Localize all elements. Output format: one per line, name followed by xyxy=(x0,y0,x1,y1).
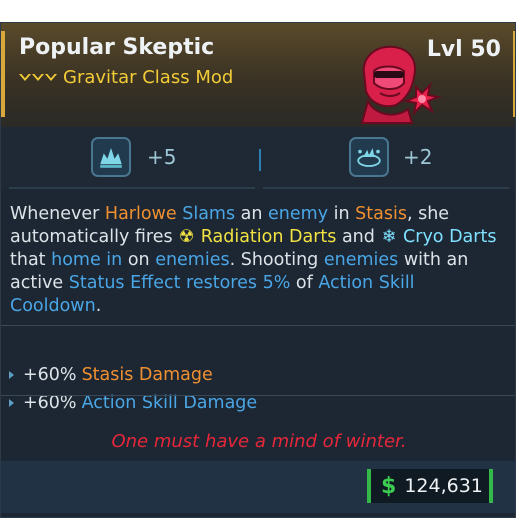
skill-bonus-left[interactable]: +5 xyxy=(9,127,255,189)
keyword-radiation-darts: Radiation Darts xyxy=(200,227,337,247)
stat-label: Stasis Damage xyxy=(81,365,213,385)
price-value: 124,631 xyxy=(404,475,483,497)
keyword-enemies: enemies xyxy=(323,250,399,270)
keyword-character: Harlowe xyxy=(104,204,177,224)
keyword-slams: Slams xyxy=(182,204,236,224)
stat-item: +60% Action Skill Damage xyxy=(9,389,257,417)
keyword-home-in: home in xyxy=(51,250,123,270)
orbit-burst-icon xyxy=(349,137,389,177)
skill-bonus-strip: +5 +2 xyxy=(1,127,515,189)
item-header: Popular Skeptic Gravitar Class Mod Lvl 5… xyxy=(1,23,515,127)
price-tag: $ 124,631 xyxy=(367,469,493,503)
stat-value: +60% xyxy=(23,365,77,385)
cryo-icon: ❄ xyxy=(381,227,397,247)
item-type-label: Gravitar Class Mod xyxy=(63,67,234,88)
rarity-accent-left xyxy=(1,31,5,117)
flavor-text: One must have a mind of winter. xyxy=(111,431,407,452)
keyword-restores: restores 5% xyxy=(186,273,291,293)
item-name: Popular Skeptic xyxy=(19,35,215,60)
section-divider xyxy=(1,395,515,396)
stat-value: +60% xyxy=(23,393,77,413)
keyword-cryo-darts: Cryo Darts xyxy=(403,227,497,247)
skill-bonus-value: +2 xyxy=(403,145,433,169)
keyword-status-effect: Status Effect xyxy=(68,273,181,293)
rarity-chevrons-icon xyxy=(19,74,57,81)
stasis-burst-icon xyxy=(91,137,131,177)
skill-bonus-right[interactable]: +2 xyxy=(263,127,509,189)
bullet-arrow-icon xyxy=(9,371,14,379)
keyword-stasis: Stasis xyxy=(355,204,407,224)
section-divider xyxy=(1,325,515,326)
item-type: Gravitar Class Mod xyxy=(19,67,233,88)
item-card: Popular Skeptic Gravitar Class Mod Lvl 5… xyxy=(0,22,516,518)
stat-label: Action Skill Damage xyxy=(81,393,258,413)
rarity-accent-right xyxy=(513,31,515,117)
tab-divider xyxy=(259,149,261,171)
item-description: Whenever Harlowe Slams an enemy in Stasi… xyxy=(10,204,497,316)
currency-icon: $ xyxy=(381,473,397,499)
bullet-arrow-icon xyxy=(9,399,14,407)
keyword-enemy: enemy xyxy=(268,204,329,224)
stat-item: +60% Stasis Damage xyxy=(9,361,257,389)
keyword-enemies: enemies xyxy=(155,250,230,270)
stat-list: +60% Stasis Damage +60% Action Skill Dam… xyxy=(9,361,257,417)
skill-bonus-value: +5 xyxy=(147,145,177,169)
character-portrait-icon xyxy=(360,45,442,124)
radiation-icon: ☢ xyxy=(178,227,195,247)
